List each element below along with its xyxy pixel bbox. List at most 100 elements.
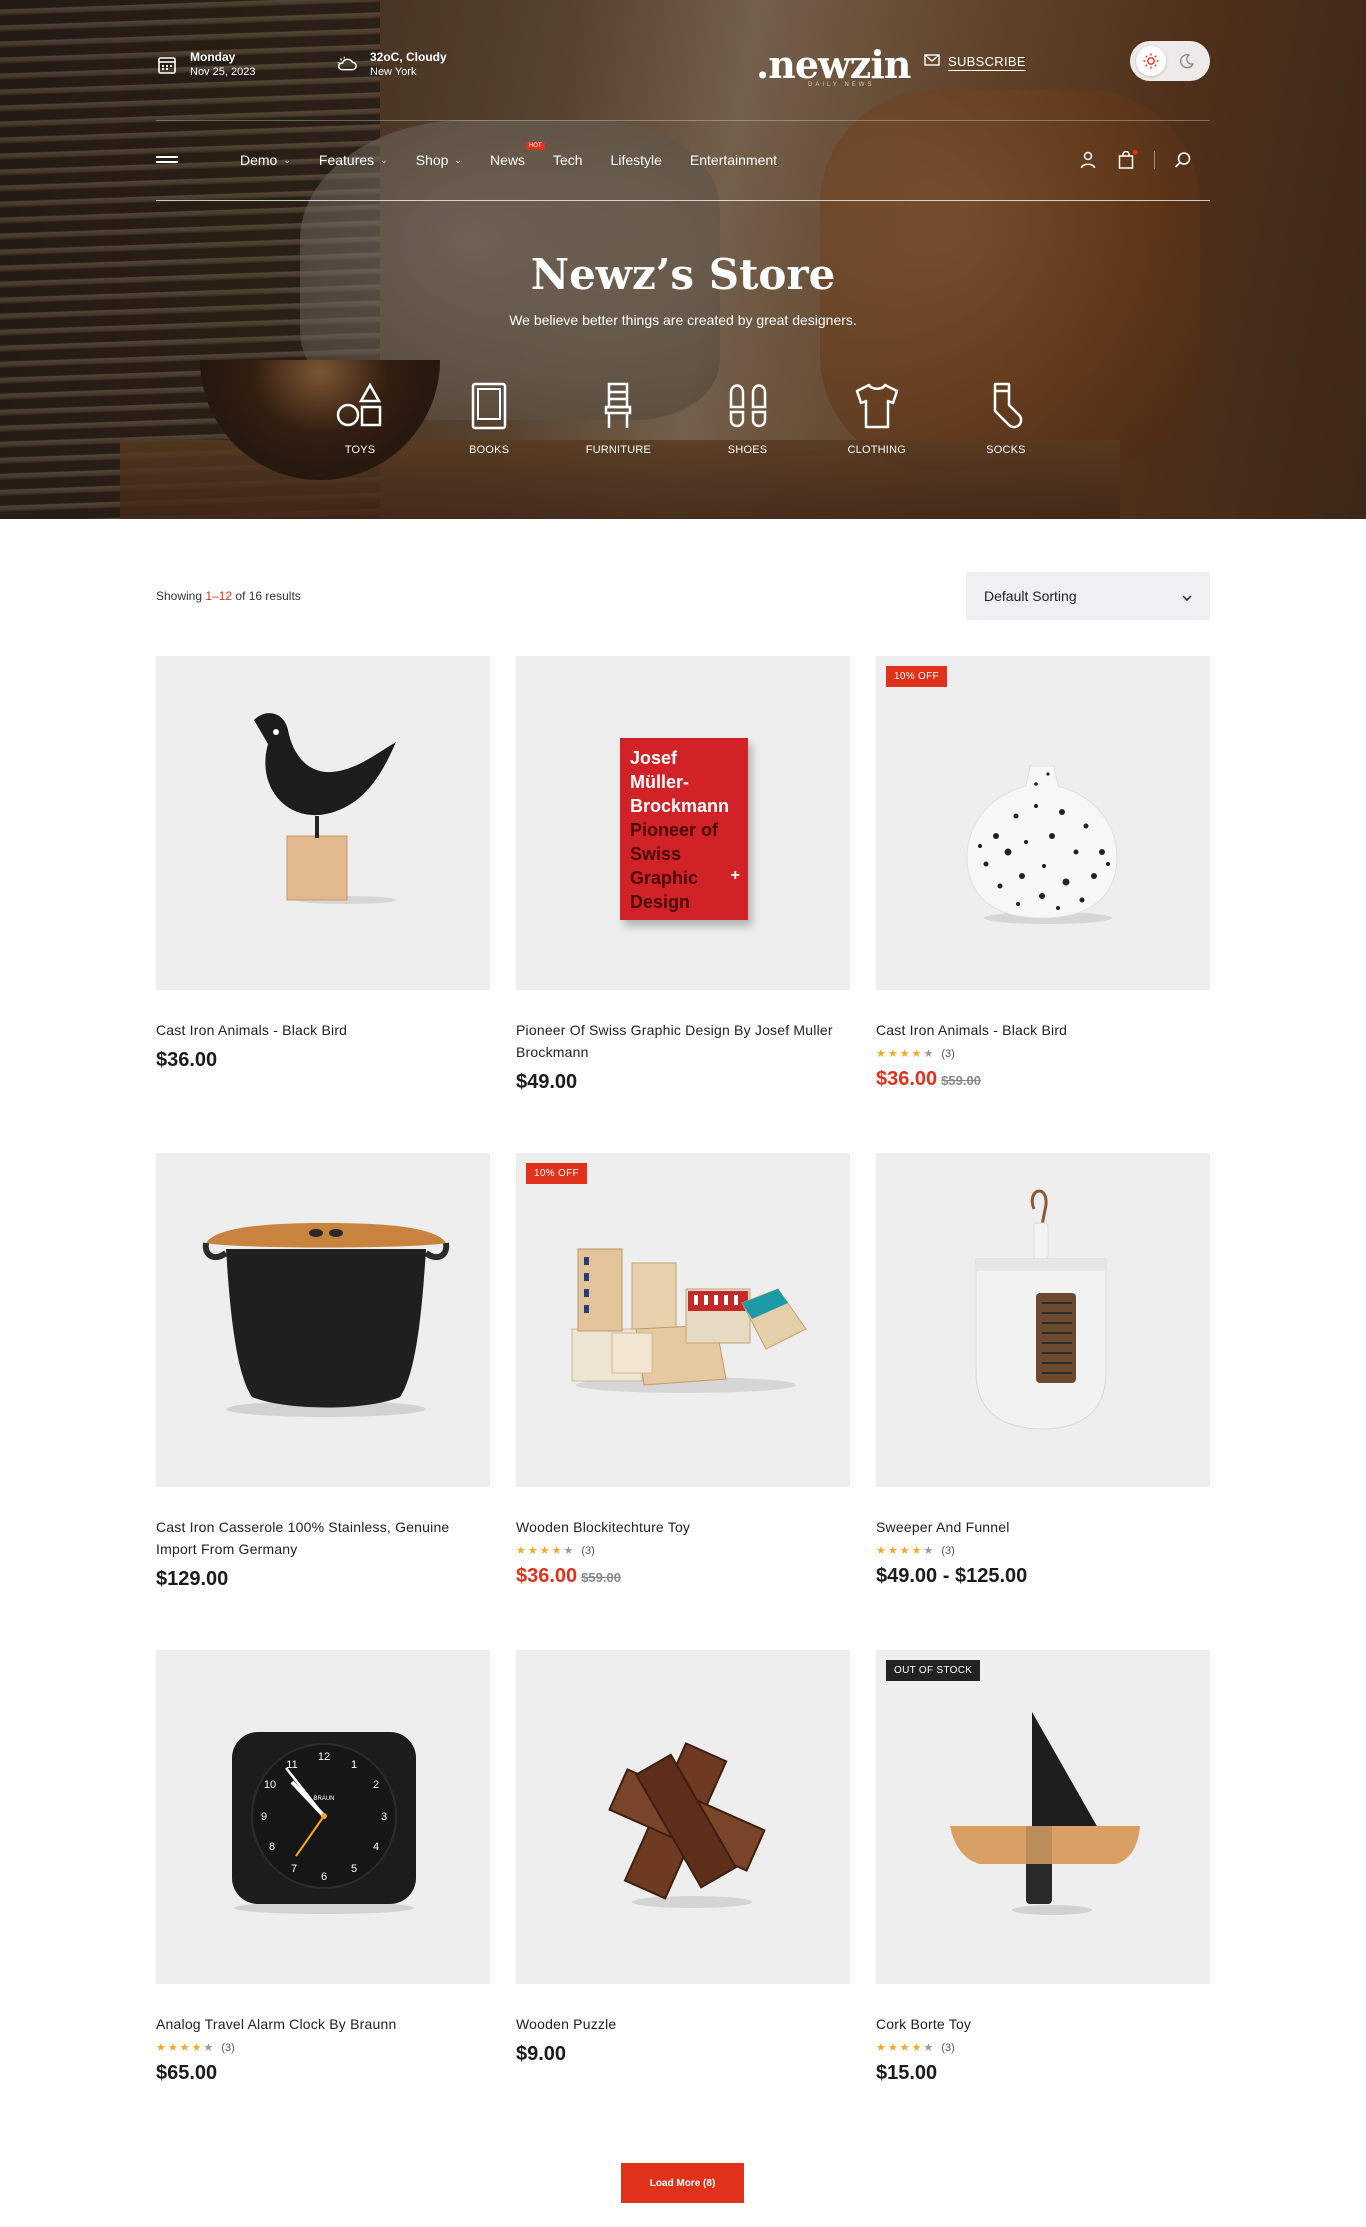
site-logo-tagline: DAILY NEWS [808, 82, 875, 88]
calendar-icon [156, 54, 178, 76]
product-price: $36.00 [156, 1049, 218, 1071]
nav-item-tech[interactable]: Tech [553, 152, 583, 168]
user-icon[interactable] [1078, 150, 1098, 170]
product-card: 10% OFF Wooden Blockitechture Toy ★ ★ ★ ★ ★ … [516, 1153, 850, 1588]
date-text: Nov 25, 2023 [190, 66, 256, 78]
rating-count: (3) [581, 1544, 595, 1557]
product-name[interactable]: Cork Borte Toy [876, 2013, 1210, 2035]
discount-badge: 10% OFF [526, 1163, 587, 1184]
star-icon: ★ [899, 1545, 910, 1557]
star-icon: ★ [156, 2042, 166, 2054]
tshirt-icon [849, 378, 905, 434]
product-card: 12 1 2 3 4 5 6 7 8 9 10 11 BRAUN Analog Travel Alar… [156, 1650, 490, 2085]
svg-text:9: 9 [261, 1811, 267, 1823]
product-price: $36.00 $59.00 [876, 1068, 981, 1090]
star-icon: ★ [899, 2042, 910, 2054]
subscribe-link[interactable]: SUBSCRIBE [924, 54, 1026, 69]
results-count: Showing 1–12 of 16 results [156, 589, 301, 603]
nav-item-demo[interactable]: Demo ⌄ [240, 152, 291, 168]
category-shoes[interactable]: SHOES [708, 378, 788, 456]
cork-boat-toy [950, 1712, 1140, 1915]
category-toys[interactable]: TOYS [320, 378, 400, 456]
old-price: $59.00 [941, 1073, 981, 1088]
category-books[interactable]: BOOKS [449, 378, 529, 456]
category-furniture[interactable]: FURNITURE [578, 378, 658, 456]
star-icon: ★ [191, 2042, 202, 2054]
theme-toggle[interactable] [1130, 41, 1210, 81]
page-subtitle: We believe better things are created by … [509, 312, 857, 328]
product-name[interactable]: Cast Iron Animals - Black Bird [156, 1019, 490, 1041]
nav-item-entertainment[interactable]: Entertainment [690, 152, 777, 168]
category-label: TOYS [344, 444, 376, 456]
product-name[interactable]: Analog Travel Alarm Clock By Braunn [156, 2013, 490, 2035]
plus-icon: + [730, 867, 740, 884]
product-image[interactable] [156, 1153, 490, 1487]
subscribe-label: SUBSCRIBE [948, 54, 1026, 69]
cart-icon[interactable] [1116, 150, 1138, 170]
moon-icon[interactable] [1172, 46, 1202, 76]
star-icon: ★ [516, 1545, 526, 1557]
product-price: $9.00 [516, 2043, 567, 2065]
product-image[interactable] [156, 656, 490, 990]
product-price: $49.00 - $125.00 [876, 1565, 1028, 1587]
product-card: Cast Iron Casserole 100% Stainless, Genu… [156, 1153, 490, 1591]
old-price: $59.00 [581, 1570, 621, 1585]
product-image[interactable]: Josef Müller- Brockmann Pioneer of Swiss… [516, 656, 850, 990]
product-card: Josef Müller- Brockmann Pioneer of Swiss… [516, 656, 850, 1094]
sun-icon[interactable] [1136, 46, 1166, 76]
star-icon: ★ [887, 2042, 898, 2054]
hero-banner: Monday Nov 25, 2023 32oC, Cloudy New Yor… [0, 0, 1366, 519]
star-empty-icon: ★ [923, 1545, 934, 1557]
star-empty-icon: ★ [563, 1545, 574, 1557]
product-image[interactable]: OUT OF STOCK [876, 1650, 1210, 1984]
star-empty-icon: ★ [203, 2042, 214, 2054]
mail-icon [924, 54, 940, 69]
product-image[interactable] [876, 1153, 1210, 1487]
sweeper-and-dustpan [975, 1189, 1107, 1430]
wooden-blocks-toy [571, 1248, 807, 1393]
star-icon: ★ [911, 2042, 922, 2054]
nav-item-news[interactable]: News HOT [490, 142, 545, 168]
product-image[interactable]: 10% OFF [516, 1153, 850, 1487]
sorting-select[interactable]: Default Sorting [966, 572, 1210, 620]
product-name[interactable]: Sweeper And Funnel [876, 1516, 1210, 1538]
star-icon: ★ [887, 1048, 898, 1060]
product-image[interactable]: 12 1 2 3 4 5 6 7 8 9 10 11 BRAUN [156, 1650, 490, 1984]
wooden-puzzle [608, 1742, 766, 1908]
cloud-sun-icon [336, 54, 358, 76]
rating-stars: ★ ★ ★ ★ ★ (3) [876, 1047, 1210, 1061]
product-name[interactable]: Cast Iron Animals - Black Bird [876, 1019, 1210, 1041]
category-socks[interactable]: SOCKS [966, 378, 1046, 456]
product-name[interactable]: Cast Iron Casserole 100% Stainless, Genu… [156, 1516, 490, 1560]
product-name[interactable]: Wooden Blockitechture Toy [516, 1516, 850, 1538]
load-more-button[interactable]: Load More (8) [621, 2163, 744, 2203]
star-icon: ★ [876, 1048, 886, 1060]
weather-widget: 32oC, Cloudy New York [336, 50, 447, 80]
search-icon[interactable] [1173, 150, 1193, 170]
category-clothing[interactable]: CLOTHING [837, 378, 917, 456]
star-icon: ★ [887, 1545, 898, 1557]
menu-hamburger-icon[interactable] [156, 156, 180, 168]
svg-text:5: 5 [351, 1863, 357, 1875]
star-icon: ★ [911, 1048, 922, 1060]
product-card: Wooden Puzzle $9.00 [516, 1650, 850, 2066]
rating-count: (3) [941, 2041, 955, 2054]
product-image[interactable] [516, 1650, 850, 1984]
product-price: $36.00 $59.00 [516, 1565, 621, 1587]
alarm-clock: 121234567891011 BRAUN [232, 1732, 416, 1914]
product-image[interactable]: 10% OFF [876, 656, 1210, 990]
star-icon: ★ [911, 1545, 922, 1557]
product-name[interactable]: Wooden Puzzle [516, 2013, 850, 2035]
cast-iron-casserole [202, 1223, 450, 1417]
nav-item-lifestyle[interactable]: Lifestyle [611, 152, 662, 168]
nav-item-shop[interactable]: Shop ⌄ [416, 152, 462, 168]
star-icon: ★ [876, 2042, 886, 2054]
nav-item-features[interactable]: Features ⌄ [319, 152, 388, 168]
chevron-down-icon [1182, 588, 1192, 604]
sock-icon [978, 378, 1034, 434]
site-logo[interactable]: .newzin [756, 42, 911, 87]
product-name[interactable]: Pioneer Of Swiss Graphic Design By Josef… [516, 1019, 850, 1063]
star-icon: ★ [167, 2042, 178, 2054]
svg-text:12: 12 [318, 1751, 330, 1763]
book-cover: Josef Müller- Brockmann Pioneer of Swiss… [620, 738, 748, 920]
